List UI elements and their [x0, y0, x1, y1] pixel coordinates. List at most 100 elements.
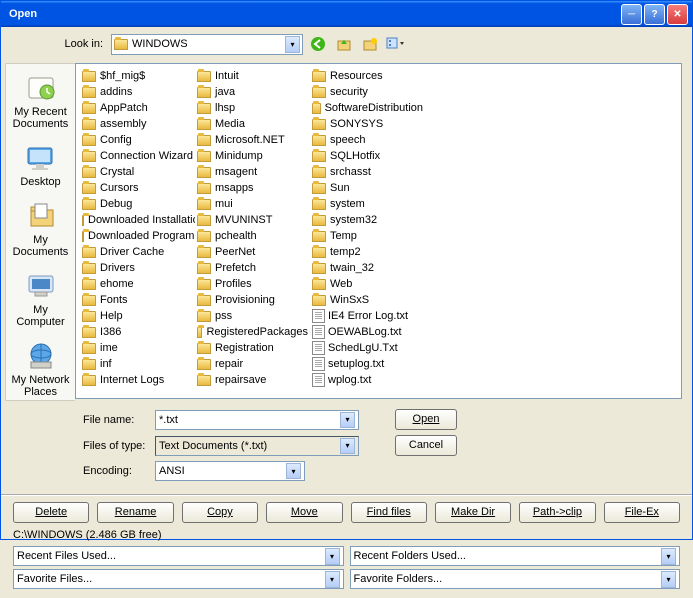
cancel-button[interactable]: Cancel	[395, 435, 457, 456]
chevron-down-icon[interactable]: ▾	[661, 548, 676, 565]
minimize-button[interactable]: ─	[621, 4, 642, 25]
file-item[interactable]: IE4 Error Log.txt	[310, 308, 425, 324]
file-item[interactable]: Media	[195, 116, 310, 132]
file-item[interactable]: WinSxS	[310, 292, 425, 308]
file-item[interactable]: Profiles	[195, 276, 310, 292]
file-item[interactable]: temp2	[310, 244, 425, 260]
file-item[interactable]: system32	[310, 212, 425, 228]
file-item[interactable]: Provisioning	[195, 292, 310, 308]
file-item[interactable]: wplog.txt	[310, 372, 425, 388]
file-item[interactable]: Microsoft.NET	[195, 132, 310, 148]
file-item[interactable]: repairsave	[195, 372, 310, 388]
file-item[interactable]: Help	[80, 308, 195, 324]
find-files-button[interactable]: Find files	[351, 502, 427, 523]
file-item[interactable]: Web	[310, 276, 425, 292]
file-item[interactable]: Debug	[80, 196, 195, 212]
chevron-down-icon[interactable]: ▾	[325, 571, 340, 588]
file-ex-button[interactable]: File-Ex	[604, 502, 680, 523]
file-item[interactable]: repair	[195, 356, 310, 372]
open-button[interactable]: Open	[395, 409, 457, 430]
file-item[interactable]: PeerNet	[195, 244, 310, 260]
filetype-combo[interactable]: Text Documents (*.txt) ▾	[155, 436, 359, 456]
rename-button[interactable]: Rename	[97, 502, 173, 523]
file-item[interactable]: pss	[195, 308, 310, 324]
copy-button[interactable]: Copy	[182, 502, 258, 523]
file-item[interactable]: MVUNINST	[195, 212, 310, 228]
file-item[interactable]: system	[310, 196, 425, 212]
file-item[interactable]: RegisteredPackages	[195, 324, 310, 340]
file-item[interactable]: SchedLgU.Txt	[310, 340, 425, 356]
file-item[interactable]: ehome	[80, 276, 195, 292]
chevron-down-icon[interactable]: ▾	[340, 412, 355, 428]
sidebar-item-recent[interactable]: My Recent Documents	[6, 70, 75, 132]
file-item[interactable]: $hf_mig$	[80, 68, 195, 84]
file-item[interactable]: Downloaded Installations	[80, 212, 195, 228]
back-button[interactable]	[307, 33, 329, 55]
up-button[interactable]	[333, 33, 355, 55]
file-item[interactable]: Driver Cache	[80, 244, 195, 260]
file-item[interactable]: Drivers	[80, 260, 195, 276]
encoding-combo[interactable]: ANSI ▾	[155, 461, 305, 481]
file-item[interactable]: mui	[195, 196, 310, 212]
file-item[interactable]: Internet Logs	[80, 372, 195, 388]
file-item[interactable]: AppPatch	[80, 100, 195, 116]
file-item[interactable]: Intuit	[195, 68, 310, 84]
sidebar-item-desktop[interactable]: Desktop	[18, 140, 62, 190]
file-item[interactable]: Cursors	[80, 180, 195, 196]
sidebar-item-computer[interactable]: My Computer	[6, 268, 75, 330]
file-item[interactable]: inf	[80, 356, 195, 372]
chevron-down-icon[interactable]: ▾	[325, 548, 340, 565]
file-item[interactable]: Minidump	[195, 148, 310, 164]
file-item[interactable]: Fonts	[80, 292, 195, 308]
file-item[interactable]: SONYSYS	[310, 116, 425, 132]
chevron-down-icon[interactable]: ▾	[661, 571, 676, 588]
file-item[interactable]: Registration	[195, 340, 310, 356]
file-item[interactable]: addins	[80, 84, 195, 100]
file-item[interactable]: Temp	[310, 228, 425, 244]
file-item[interactable]: twain_32	[310, 260, 425, 276]
close-button[interactable]: ✕	[667, 4, 688, 25]
file-item[interactable]: msagent	[195, 164, 310, 180]
file-item[interactable]: pchealth	[195, 228, 310, 244]
file-item[interactable]: Config	[80, 132, 195, 148]
file-item[interactable]: msapps	[195, 180, 310, 196]
file-item[interactable]: Crystal	[80, 164, 195, 180]
file-item[interactable]: srchasst	[310, 164, 425, 180]
file-item[interactable]: I386	[80, 324, 195, 340]
file-list-pane[interactable]: $hf_mig$addinsAppPatchassemblyConfigConn…	[75, 63, 682, 399]
recent-folders-combo[interactable]: Recent Folders Used...▾	[350, 546, 681, 566]
favorite-files-combo[interactable]: Favorite Files...▾	[13, 569, 344, 589]
file-item[interactable]: Prefetch	[195, 260, 310, 276]
file-item[interactable]: Downloaded Program Files	[80, 228, 195, 244]
file-item[interactable]: java	[195, 84, 310, 100]
move-button[interactable]: Move	[266, 502, 342, 523]
file-item[interactable]: setuplog.txt	[310, 356, 425, 372]
chevron-down-icon[interactable]: ▾	[286, 463, 301, 479]
view-menu-button[interactable]	[385, 33, 407, 55]
sidebar-item-network[interactable]: My Network Places	[6, 338, 75, 400]
file-item[interactable]: lhsp	[195, 100, 310, 116]
make-dir-button[interactable]: Make Dir	[435, 502, 511, 523]
help-button[interactable]: ?	[644, 4, 665, 25]
file-item[interactable]: security	[310, 84, 425, 100]
recent-files-combo[interactable]: Recent Files Used...▾	[13, 546, 344, 566]
favorite-folders-combo[interactable]: Favorite Folders...▾	[350, 569, 681, 589]
file-item[interactable]: Sun	[310, 180, 425, 196]
file-item[interactable]: assembly	[80, 116, 195, 132]
file-item[interactable]: SQLHotfix	[310, 148, 425, 164]
path-clip-button[interactable]: Path->clip	[519, 502, 595, 523]
file-item[interactable]: OEWABLog.txt	[310, 324, 425, 340]
file-item[interactable]: speech	[310, 132, 425, 148]
file-item[interactable]: Connection Wizard	[80, 148, 195, 164]
file-item[interactable]: Resources	[310, 68, 425, 84]
filename-input[interactable]: *.txt ▾	[155, 410, 359, 430]
new-folder-button[interactable]	[359, 33, 381, 55]
lookin-combo[interactable]: WINDOWS ▾	[111, 34, 303, 55]
chevron-down-icon[interactable]: ▾	[285, 36, 300, 53]
file-name: setuplog.txt	[328, 358, 384, 370]
chevron-down-icon[interactable]: ▾	[340, 438, 355, 454]
file-item[interactable]: SoftwareDistribution	[310, 100, 425, 116]
delete-button[interactable]: Delete	[13, 502, 89, 523]
sidebar-item-docs[interactable]: My Documents	[6, 198, 75, 260]
file-item[interactable]: ime	[80, 340, 195, 356]
